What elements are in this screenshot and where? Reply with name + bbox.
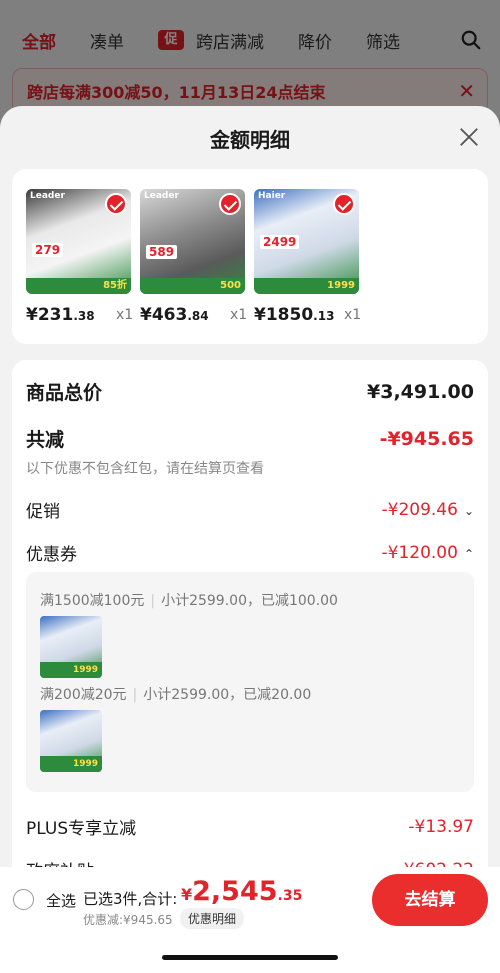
product-qty: x1	[230, 307, 248, 323]
plus-label: PLUS专享立减	[26, 819, 137, 839]
select-all-label[interactable]: 全选	[46, 890, 76, 911]
coupon-detail-box: 满1500减100元 | 小计2599.00，已减100.00 1999 满200减…	[26, 572, 474, 792]
promo-label: 促销	[26, 502, 60, 522]
checkout-button[interactable]: 去结算	[372, 874, 488, 926]
saved-amount: 优惠减:¥945.65	[83, 913, 173, 927]
checked-icon[interactable]	[219, 193, 241, 215]
discount-detail-button[interactable]: 优惠明细	[180, 908, 245, 929]
checked-icon[interactable]	[105, 193, 127, 215]
select-all-radio[interactable]	[13, 889, 34, 910]
home-indicator	[162, 955, 338, 960]
coupon-label: 优惠券	[26, 545, 77, 565]
product-price: ¥1850.13	[254, 305, 335, 325]
product-item[interactable]: Leader 589 500 ¥463.84 x1	[140, 189, 247, 325]
total-label: 商品总价	[26, 382, 103, 404]
promo-value: -¥209.46	[381, 499, 458, 520]
product-price: ¥463.84	[140, 305, 209, 325]
discount-label: 共减	[26, 429, 65, 451]
coupon-line: 满1500减100元 | 小计2599.00，已减100.00	[40, 593, 338, 609]
product-image: Haier 2499 1999	[254, 189, 359, 294]
product-list-card: Leader 279 85折 ¥231.38 x1 Leader 589 500…	[12, 169, 488, 344]
product-qty: x1	[344, 307, 362, 323]
close-icon[interactable]	[458, 126, 480, 148]
plus-value: -¥13.97	[408, 816, 474, 837]
product-item[interactable]: Leader 279 85折 ¥231.38 x1	[26, 189, 133, 325]
coupon-value: -¥120.00	[381, 542, 458, 563]
product-image: Leader 279 85折	[26, 189, 131, 294]
total-amount: ¥2,545.35	[181, 876, 303, 907]
coupon-line: 满200减20元 | 小计2599.00，已减20.00	[40, 687, 312, 703]
checkout-bar: 全选 已选3件,合计: ¥2,545.35 优惠减:¥945.65 优惠明细 去…	[0, 867, 500, 973]
discount-value: -¥945.65	[379, 427, 474, 450]
product-qty: x1	[116, 307, 134, 323]
discount-note: 以下优惠不包含红包，请在结算页查看	[26, 461, 264, 477]
product-image: Leader 589 500	[140, 189, 245, 294]
checked-icon[interactable]	[333, 193, 355, 215]
coupon-row[interactable]: 优惠券 -¥120.00 ⌃	[26, 540, 474, 566]
chevron-up-icon: ⌃	[463, 546, 474, 561]
discount-row: 共减 -¥945.65	[26, 425, 474, 452]
promo-row[interactable]: 促销 -¥209.46 ⌄	[26, 497, 474, 523]
total-value: ¥3,491.00	[367, 380, 474, 403]
price-detail-card: 商品总价 ¥3,491.00 共减 -¥945.65 以下优惠不包含红包，请在结…	[12, 360, 488, 920]
chevron-down-icon: ⌄	[463, 503, 474, 518]
total-row: 商品总价 ¥3,491.00	[26, 378, 474, 405]
amount-detail-sheet: 金额明细 Leader 279 85折 ¥231.38 x1 Leader 58…	[0, 106, 500, 973]
coupon-product-image: 1999	[40, 710, 102, 772]
coupon-product-image: 1999	[40, 616, 102, 678]
plus-row: PLUS专享立减 -¥13.97	[26, 814, 474, 840]
product-item[interactable]: Haier 2499 1999 ¥1850.13 x1	[254, 189, 361, 325]
product-price: ¥231.38	[26, 305, 95, 325]
selected-count: 已选3件,合计:	[83, 890, 178, 908]
sheet-title: 金额明细	[210, 128, 290, 152]
